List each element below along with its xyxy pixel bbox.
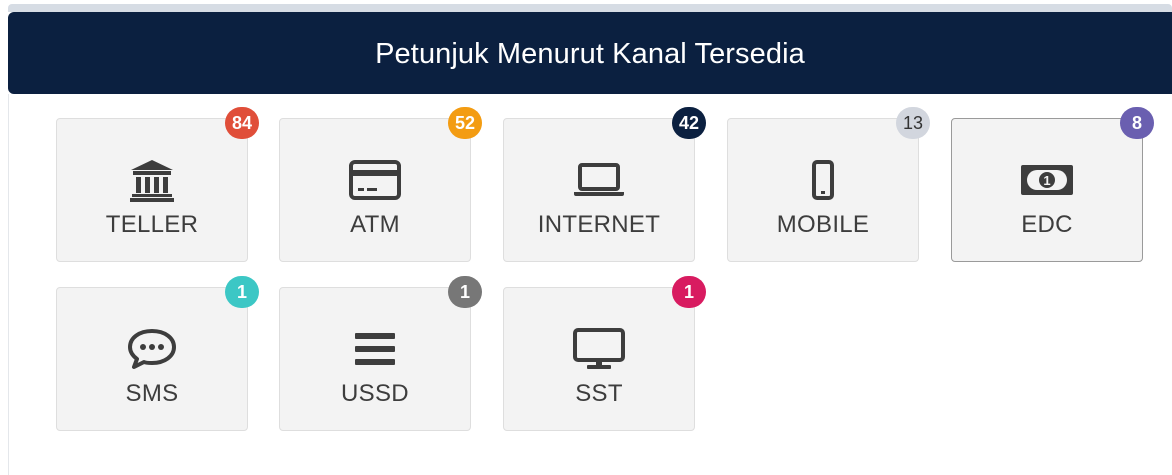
channel-tile-atm[interactable]: ATM 52 xyxy=(279,107,482,262)
channel-tile-ussd[interactable]: USSD 1 xyxy=(279,276,482,431)
channel-tile-mobile[interactable]: MOBILE 13 xyxy=(727,107,930,262)
desktop-monitor-icon xyxy=(504,326,694,372)
count-badge: 1 xyxy=(448,276,482,308)
menu-lines-icon xyxy=(280,326,470,372)
svg-text:1: 1 xyxy=(1043,173,1050,188)
channel-label: ATM xyxy=(350,211,400,238)
channel-label: MOBILE xyxy=(776,211,870,238)
channel-tile-teller[interactable]: TELLER 84 xyxy=(56,107,259,262)
channel-tile-internet[interactable]: INTERNET 42 xyxy=(503,107,706,262)
panel-header: Petunjuk Menurut Kanal Tersedia xyxy=(8,12,1172,94)
laptop-icon xyxy=(504,157,694,203)
count-badge: 13 xyxy=(896,107,930,139)
count-badge: 1 xyxy=(672,276,706,308)
channel-label: USSD xyxy=(341,380,409,407)
count-badge: 1 xyxy=(225,276,259,308)
channel-panel: Petunjuk Menurut Kanal Tersedia TELLER 8… xyxy=(0,0,1172,475)
channel-tile-sms[interactable]: SMS 1 xyxy=(56,276,259,431)
money-bill-icon: 1 xyxy=(952,157,1142,203)
count-badge: 8 xyxy=(1120,107,1154,139)
credit-card-icon xyxy=(280,157,470,203)
channel-tile-sst[interactable]: SST 1 xyxy=(503,276,706,431)
channel-tile-edc[interactable]: 1 EDC 8 xyxy=(951,107,1154,262)
mobile-phone-icon xyxy=(728,157,918,203)
channel-label: SST xyxy=(575,380,623,407)
chat-bubble-icon xyxy=(57,326,247,372)
count-badge: 42 xyxy=(672,107,706,139)
channel-label: INTERNET xyxy=(537,211,661,238)
count-badge: 84 xyxy=(225,107,259,139)
channel-label: SMS xyxy=(125,380,179,407)
panel-title: Petunjuk Menurut Kanal Tersedia xyxy=(375,37,805,70)
bank-icon xyxy=(57,157,247,203)
count-badge: 52 xyxy=(448,107,482,139)
channel-label: TELLER xyxy=(105,211,199,238)
channel-label: EDC xyxy=(1021,211,1073,238)
